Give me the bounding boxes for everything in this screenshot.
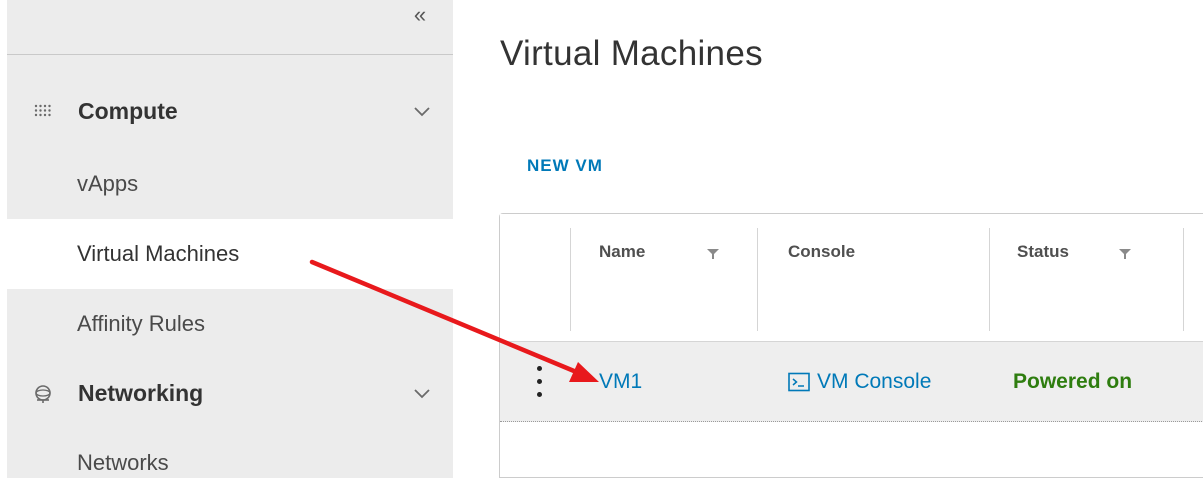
status-badge: Powered on [1013, 370, 1133, 393]
sidebar-item-label: Affinity Rules [77, 311, 205, 336]
sidebar-item-affinity-rules[interactable]: Affinity Rules [7, 289, 453, 359]
column-header-name[interactable]: Name [599, 242, 645, 262]
new-vm-button[interactable]: NEW VM [527, 156, 603, 176]
vm-console-link[interactable]: VM Console [788, 370, 931, 394]
sidebar-item-label: Networks [77, 450, 169, 475]
sidebar-item-virtual-machines[interactable]: Virtual Machines [7, 219, 453, 289]
page-title: Virtual Machines [500, 34, 763, 73]
vm-name-link[interactable]: VM1 [599, 370, 642, 394]
globe-network-icon [35, 385, 51, 403]
chevron-down-icon[interactable] [411, 100, 433, 122]
sidebar-nav: « Compute vApps Virtual Machines Affinit… [7, 0, 453, 478]
column-header-console[interactable]: Console [788, 242, 855, 262]
filter-icon[interactable] [706, 247, 720, 261]
nav-group-label: Compute [78, 97, 178, 124]
filter-icon[interactable] [1118, 247, 1132, 261]
sidebar-item-networks[interactable]: Networks [7, 430, 453, 478]
sidebar-item-label: Virtual Machines [77, 241, 240, 266]
grid-dots-icon [34, 104, 51, 117]
column-separator [989, 228, 990, 331]
column-header-status[interactable]: Status [1017, 242, 1069, 262]
sidebar-item-vapps[interactable]: vApps [7, 149, 453, 219]
column-separator [757, 228, 758, 331]
row-actions-kebab-icon[interactable] [533, 364, 545, 400]
sidebar-header: « [7, 0, 453, 55]
nav-group-networking[interactable]: Networking [7, 355, 453, 431]
column-separator [1183, 228, 1184, 331]
sidebar-item-label: vApps [77, 171, 139, 196]
column-separator [570, 228, 571, 331]
nav-group-compute[interactable]: Compute [7, 73, 453, 149]
datagrid-header: Name Console Status [500, 214, 1203, 341]
nav-group-label: Networking [78, 379, 204, 406]
collapse-sidebar-button[interactable]: « [405, 4, 435, 32]
chevron-down-icon[interactable] [411, 382, 433, 404]
vm-datagrid: Name Console Status VM1 VM Console Power… [499, 213, 1203, 478]
console-terminal-icon [788, 372, 810, 392]
vm-console-label: VM Console [817, 370, 932, 393]
table-row: VM1 VM Console Powered on [500, 341, 1203, 422]
